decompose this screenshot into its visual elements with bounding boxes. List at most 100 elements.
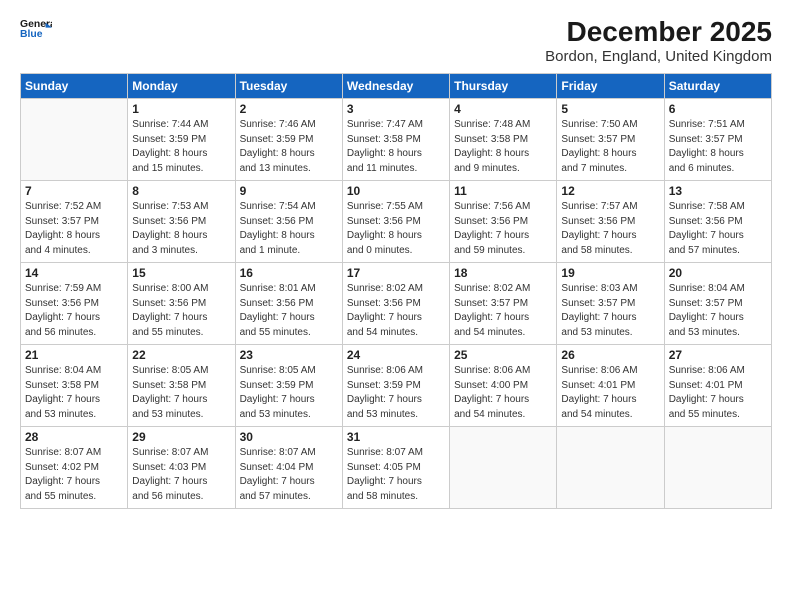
day-info-4-3: Sunrise: 8:07 AMSunset: 4:05 PMDaylight:… [347,446,445,504]
day-info-3-1: Sunrise: 8:05 AMSunset: 3:58 PMDaylight:… [132,364,230,422]
cell-2-5: 19 Sunrise: 8:03 AMSunset: 3:57 PMDayligh… [557,263,664,345]
cell-0-4: 4 Sunrise: 7:48 AMSunset: 3:58 PMDaylight… [450,99,557,181]
cell-4-3: 31Sunrise: 8:07 AMSunset: 4:05 PMDayligh… [342,427,449,509]
cell-1-4: 11 Sunrise: 7:56 AMSunset: 3:56 PMDayligh… [450,181,557,263]
day-info-4-0: Sunrise: 8:07 AMSunset: 4:02 PMDaylight:… [25,446,123,504]
page: General Blue December 2025 Bordon, Engla… [0,0,792,612]
day-info-2-0: Sunrise: 7:59 AMSunset: 3:56 PMDaylight:… [25,282,123,340]
calendar-header-row: Sunday Monday Tuesday Wednesday Thursday… [21,74,772,99]
week-row-3: 21 Sunrise: 8:04 AMSunset: 3:58 PMDayligh… [21,345,772,427]
day-info-1-2: Sunrise: 7:54 AMSunset: 3:56 PMDaylight:… [240,200,338,258]
cell-4-1: 29 Sunrise: 8:07 AMSunset: 4:03 PMDayligh… [128,427,235,509]
day-number-3-1: 22 [132,348,230,362]
day-number-4-0: 28 [25,430,123,444]
day-info-0-4: Sunrise: 7:48 AMSunset: 3:58 PMDaylight:… [454,118,552,176]
day-number-1-6: 13 [669,184,767,198]
day-number-3-5: 26 [561,348,659,362]
day-number-2-2: 16 [240,266,338,280]
cell-2-2: 16Sunrise: 8:01 AMSunset: 3:56 PMDayligh… [235,263,342,345]
cell-3-4: 25 Sunrise: 8:06 AMSunset: 4:00 PMDayligh… [450,345,557,427]
day-number-3-6: 27 [669,348,767,362]
day-info-0-2: Sunrise: 7:46 AMSunset: 3:59 PMDaylight:… [240,118,338,176]
day-number-0-1: 1 [132,102,230,116]
cell-0-3: 3 Sunrise: 7:47 AMSunset: 3:58 PMDaylight… [342,99,449,181]
day-info-2-3: Sunrise: 8:02 AMSunset: 3:56 PMDaylight:… [347,282,445,340]
day-info-4-1: Sunrise: 8:07 AMSunset: 4:03 PMDaylight:… [132,446,230,504]
day-number-1-3: 10 [347,184,445,198]
cell-2-1: 15 Sunrise: 8:00 AMSunset: 3:56 PMDayligh… [128,263,235,345]
cell-2-3: 17Sunrise: 8:02 AMSunset: 3:56 PMDayligh… [342,263,449,345]
day-number-2-5: 19 [561,266,659,280]
day-info-3-2: Sunrise: 8:05 AMSunset: 3:59 PMDaylight:… [240,364,338,422]
day-info-1-6: Sunrise: 7:58 AMSunset: 3:56 PMDaylight:… [669,200,767,258]
day-number-0-4: 4 [454,102,552,116]
week-row-2: 14 Sunrise: 7:59 AMSunset: 3:56 PMDayligh… [21,263,772,345]
day-info-1-0: Sunrise: 7:52 AMSunset: 3:57 PMDaylight:… [25,200,123,258]
day-info-0-3: Sunrise: 7:47 AMSunset: 3:58 PMDaylight:… [347,118,445,176]
title-area: December 2025 Bordon, England, United Ki… [545,16,772,65]
day-info-0-5: Sunrise: 7:50 AMSunset: 3:57 PMDaylight:… [561,118,659,176]
cell-0-5: 5 Sunrise: 7:50 AMSunset: 3:57 PMDaylight… [557,99,664,181]
cell-3-6: 27 Sunrise: 8:06 AMSunset: 4:01 PMDayligh… [664,345,771,427]
day-number-2-1: 15 [132,266,230,280]
cell-1-3: 10Sunrise: 7:55 AMSunset: 3:56 PMDayligh… [342,181,449,263]
week-row-0: 1 Sunrise: 7:44 AMSunset: 3:59 PMDaylight… [21,99,772,181]
day-info-3-0: Sunrise: 8:04 AMSunset: 3:58 PMDaylight:… [25,364,123,422]
day-info-1-4: Sunrise: 7:56 AMSunset: 3:56 PMDaylight:… [454,200,552,258]
header-monday: Monday [128,74,235,99]
cell-1-0: 7 Sunrise: 7:52 AMSunset: 3:57 PMDaylight… [21,181,128,263]
day-number-0-6: 6 [669,102,767,116]
day-number-1-1: 8 [132,184,230,198]
day-info-2-5: Sunrise: 8:03 AMSunset: 3:57 PMDaylight:… [561,282,659,340]
day-number-4-1: 29 [132,430,230,444]
day-info-2-6: Sunrise: 8:04 AMSunset: 3:57 PMDaylight:… [669,282,767,340]
day-info-3-5: Sunrise: 8:06 AMSunset: 4:01 PMDaylight:… [561,364,659,422]
day-number-2-6: 20 [669,266,767,280]
day-number-1-5: 12 [561,184,659,198]
main-title: December 2025 [545,16,772,48]
day-number-0-5: 5 [561,102,659,116]
cell-0-6: 6 Sunrise: 7:51 AMSunset: 3:57 PMDaylight… [664,99,771,181]
cell-1-1: 8 Sunrise: 7:53 AMSunset: 3:56 PMDaylight… [128,181,235,263]
cell-2-0: 14 Sunrise: 7:59 AMSunset: 3:56 PMDayligh… [21,263,128,345]
day-info-1-1: Sunrise: 7:53 AMSunset: 3:56 PMDaylight:… [132,200,230,258]
day-number-3-0: 21 [25,348,123,362]
cell-3-1: 22 Sunrise: 8:05 AMSunset: 3:58 PMDayligh… [128,345,235,427]
header: General Blue December 2025 Bordon, Engla… [20,16,772,65]
cell-1-6: 13 Sunrise: 7:58 AMSunset: 3:56 PMDayligh… [664,181,771,263]
cell-4-6 [664,427,771,509]
day-info-4-2: Sunrise: 8:07 AMSunset: 4:04 PMDaylight:… [240,446,338,504]
header-wednesday: Wednesday [342,74,449,99]
day-number-1-0: 7 [25,184,123,198]
header-saturday: Saturday [664,74,771,99]
week-row-4: 28 Sunrise: 8:07 AMSunset: 4:02 PMDayligh… [21,427,772,509]
day-info-3-4: Sunrise: 8:06 AMSunset: 4:00 PMDaylight:… [454,364,552,422]
cell-2-4: 18 Sunrise: 8:02 AMSunset: 3:57 PMDayligh… [450,263,557,345]
day-info-2-4: Sunrise: 8:02 AMSunset: 3:57 PMDaylight:… [454,282,552,340]
header-tuesday: Tuesday [235,74,342,99]
day-info-3-6: Sunrise: 8:06 AMSunset: 4:01 PMDaylight:… [669,364,767,422]
cell-1-5: 12Sunrise: 7:57 AMSunset: 3:56 PMDayligh… [557,181,664,263]
day-number-2-0: 14 [25,266,123,280]
day-number-3-4: 25 [454,348,552,362]
day-info-0-6: Sunrise: 7:51 AMSunset: 3:57 PMDaylight:… [669,118,767,176]
header-thursday: Thursday [450,74,557,99]
header-friday: Friday [557,74,664,99]
cell-2-6: 20 Sunrise: 8:04 AMSunset: 3:57 PMDayligh… [664,263,771,345]
day-info-2-1: Sunrise: 8:00 AMSunset: 3:56 PMDaylight:… [132,282,230,340]
logo: General Blue [20,16,52,44]
cell-4-5 [557,427,664,509]
day-number-4-2: 30 [240,430,338,444]
cell-0-2: 2Sunrise: 7:46 AMSunset: 3:59 PMDaylight… [235,99,342,181]
cell-4-4 [450,427,557,509]
cell-0-1: 1 Sunrise: 7:44 AMSunset: 3:59 PMDaylight… [128,99,235,181]
day-number-0-3: 3 [347,102,445,116]
day-info-0-1: Sunrise: 7:44 AMSunset: 3:59 PMDaylight:… [132,118,230,176]
day-number-2-4: 18 [454,266,552,280]
day-info-3-3: Sunrise: 8:06 AMSunset: 3:59 PMDaylight:… [347,364,445,422]
day-number-1-4: 11 [454,184,552,198]
svg-text:Blue: Blue [20,29,43,40]
cell-3-2: 23Sunrise: 8:05 AMSunset: 3:59 PMDayligh… [235,345,342,427]
cell-3-5: 26 Sunrise: 8:06 AMSunset: 4:01 PMDayligh… [557,345,664,427]
header-sunday: Sunday [21,74,128,99]
